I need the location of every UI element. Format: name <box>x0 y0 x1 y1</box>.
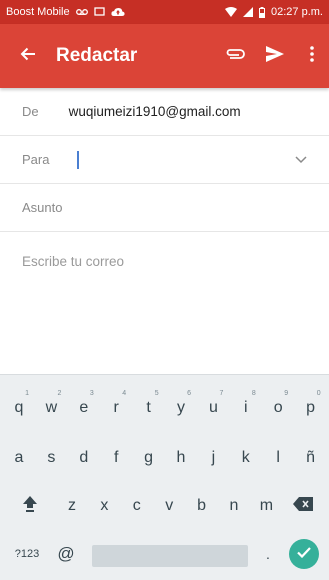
key-hint: 0 <box>316 390 321 397</box>
arrow-back-icon <box>20 46 36 67</box>
more-options-button[interactable] <box>295 24 329 88</box>
text-cursor <box>77 150 80 169</box>
key-hint: 5 <box>154 390 159 397</box>
key-label: i <box>244 399 248 416</box>
app-bar: Redactar <box>0 24 329 88</box>
send-icon <box>266 45 284 67</box>
key-y[interactable]: y6 <box>165 387 197 429</box>
body-field[interactable]: Escribe tu correo <box>22 254 124 269</box>
key-hint: 2 <box>57 390 62 397</box>
keyboard-row-2: asdfghjklñ <box>0 437 329 479</box>
key-label: p <box>306 399 316 416</box>
key-label: o <box>273 399 283 416</box>
key-x[interactable]: x <box>89 485 119 527</box>
backspace-icon <box>293 496 313 516</box>
key-ñ[interactable]: ñ <box>295 437 327 479</box>
key-hint: 9 <box>284 390 289 397</box>
key-h[interactable]: h <box>165 437 197 479</box>
from-account[interactable]: wuqiumeizi1910@gmail.com <box>69 104 241 119</box>
wifi-icon <box>225 7 238 17</box>
key-k[interactable]: k <box>230 437 262 479</box>
back-button[interactable] <box>0 24 56 88</box>
key-b[interactable]: b <box>187 485 217 527</box>
keyboard-row-4: ?123 @ . <box>0 533 329 575</box>
cloud-upload-icon <box>111 7 125 17</box>
screen-icon <box>93 7 105 17</box>
key-f[interactable]: f <box>100 437 132 479</box>
key-l[interactable]: l <box>262 437 294 479</box>
key-hint: 8 <box>251 390 256 397</box>
key-g[interactable]: g <box>133 437 165 479</box>
body-placeholder: Escribe tu correo <box>22 254 125 269</box>
key-label: t <box>146 399 151 416</box>
key-hint: 7 <box>219 390 224 397</box>
from-row[interactable]: De wuqiumeizi1910@gmail.com <box>0 88 329 136</box>
enter-button[interactable] <box>289 539 319 569</box>
key-hint: 3 <box>89 390 94 397</box>
to-field[interactable]: Para <box>0 136 329 184</box>
key-label: r <box>113 399 119 416</box>
key-a[interactable]: a <box>3 437 35 479</box>
keyboard: q1w2e3r4t5y6u7i8o9p0 asdfghjklñ zxcvbnm … <box>0 374 329 580</box>
period-key[interactable]: . <box>256 533 280 575</box>
key-r[interactable]: r4 <box>100 387 132 429</box>
clock: 02:27 p.m. <box>271 6 323 18</box>
key-m[interactable]: m <box>251 485 281 527</box>
attach-button[interactable] <box>215 24 255 88</box>
key-j[interactable]: j <box>197 437 229 479</box>
at-key[interactable]: @ <box>52 533 80 575</box>
key-s[interactable]: s <box>35 437 67 479</box>
symbols-key[interactable]: ?123 <box>10 533 44 575</box>
key-p[interactable]: p0 <box>295 387 327 429</box>
subject-placeholder: Asunto <box>22 200 63 215</box>
paperclip-icon <box>225 47 245 65</box>
key-label: q <box>14 399 24 416</box>
key-z[interactable]: z <box>57 485 87 527</box>
checkmark-icon <box>297 545 311 563</box>
key-i[interactable]: i8 <box>230 387 262 429</box>
shift-key[interactable] <box>16 485 44 527</box>
key-e[interactable]: e3 <box>68 387 100 429</box>
shift-icon <box>22 495 38 518</box>
key-t[interactable]: t5 <box>133 387 165 429</box>
space-key[interactable] <box>92 545 248 567</box>
keyboard-row-1: q1w2e3r4t5y6u7i8o9p0 <box>0 387 329 429</box>
status-bar: Boost Mobile 02:27 p.m. <box>0 0 329 24</box>
key-label: e <box>79 399 89 416</box>
key-hint: 1 <box>25 390 29 397</box>
to-label: Para <box>22 152 50 167</box>
key-c[interactable]: c <box>122 485 152 527</box>
key-label: y <box>177 399 185 416</box>
subject-field[interactable]: Asunto <box>0 184 329 232</box>
key-label: w <box>45 399 58 416</box>
key-w[interactable]: w2 <box>35 387 67 429</box>
key-label: u <box>208 399 218 416</box>
keyboard-row-3: zxcvbnm <box>0 485 329 527</box>
key-u[interactable]: u7 <box>197 387 229 429</box>
from-label: De <box>22 104 39 119</box>
key-hint: 4 <box>122 390 127 397</box>
send-button[interactable] <box>255 24 295 88</box>
backspace-key[interactable] <box>288 485 318 527</box>
key-q[interactable]: q1 <box>3 387 35 429</box>
voicemail-icon <box>75 8 88 16</box>
page-title: Redactar <box>56 45 138 66</box>
chevron-down-icon[interactable] <box>295 152 307 167</box>
battery-icon <box>259 6 266 18</box>
carrier-label: Boost Mobile <box>6 6 70 18</box>
key-v[interactable]: v <box>154 485 184 527</box>
key-d[interactable]: d <box>68 437 100 479</box>
key-n[interactable]: n <box>219 485 249 527</box>
key-o[interactable]: o9 <box>262 387 294 429</box>
more-vert-icon <box>310 45 314 67</box>
signal-icon <box>243 7 254 17</box>
key-hint: 6 <box>187 390 191 397</box>
